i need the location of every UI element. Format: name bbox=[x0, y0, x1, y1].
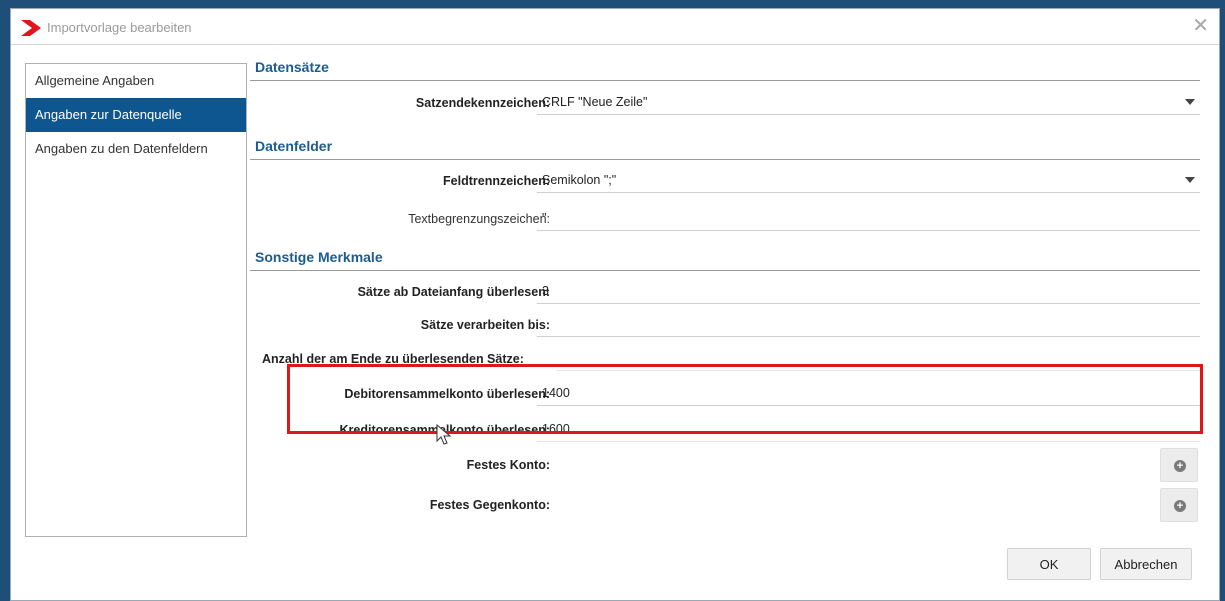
satzende-value: CRLF "Neue Zeile" bbox=[542, 95, 648, 109]
highlight-box bbox=[287, 364, 1203, 434]
festes-gegenkonto-label: Festes Gegenkonto: bbox=[429, 498, 550, 512]
textbegr-input[interactable]: " bbox=[537, 205, 1200, 231]
saetze-bis-label: Sätze verarbeiten bis: bbox=[420, 318, 550, 332]
satzende-dropdown[interactable]: CRLF "Neue Zeile" bbox=[537, 89, 1200, 115]
saetze-ab-input[interactable]: 3 bbox=[537, 278, 1200, 304]
festes-konto-label: Festes Konto: bbox=[466, 458, 550, 472]
section-title-sonstige: Sonstige Merkmale bbox=[255, 249, 383, 265]
navigation-list: Allgemeine Angaben Angaben zur Datenquel… bbox=[25, 63, 247, 537]
section-title-datenfelder: Datenfelder bbox=[255, 138, 333, 154]
textbegr-value: " bbox=[542, 211, 547, 225]
section-divider bbox=[250, 159, 1200, 160]
section-divider bbox=[250, 270, 1200, 271]
title-bar: Importvorlage bearbeiten ✕ bbox=[11, 9, 1219, 45]
section-divider bbox=[250, 80, 1200, 81]
festes-gegenkonto-add-button[interactable]: + bbox=[1160, 488, 1198, 522]
chevron-down-icon[interactable] bbox=[1185, 99, 1195, 105]
add-circle-icon: + bbox=[1174, 500, 1186, 512]
close-icon[interactable]: ✕ bbox=[1192, 16, 1209, 36]
section-title-datensaetze: Datensätze bbox=[255, 59, 329, 75]
feldtrenn-value: Semikolon ";" bbox=[542, 173, 617, 187]
nav-item-angaben-datenfelder[interactable]: Angaben zu den Datenfeldern bbox=[26, 132, 246, 166]
brand-chevron-icon bbox=[21, 20, 41, 36]
mouse-pointer-icon bbox=[436, 424, 452, 445]
chevron-down-icon[interactable] bbox=[1185, 177, 1195, 183]
ok-button[interactable]: OK bbox=[1007, 548, 1091, 580]
feldtrenn-label: Feldtrennzeichen: bbox=[443, 174, 550, 188]
add-circle-icon: + bbox=[1174, 460, 1186, 472]
saetze-bis-input[interactable] bbox=[537, 311, 1200, 337]
nav-item-angaben-datenquelle[interactable]: Angaben zur Datenquelle bbox=[26, 98, 246, 132]
cancel-button[interactable]: Abbrechen bbox=[1100, 548, 1192, 580]
textbegr-label: Textbegrenzungszeichen: bbox=[408, 212, 550, 226]
festes-konto-add-button[interactable]: + bbox=[1160, 448, 1198, 482]
feldtrenn-dropdown[interactable]: Semikolon ";" bbox=[537, 167, 1200, 193]
dialog-title: Importvorlage bearbeiten bbox=[47, 20, 192, 35]
saetze-ab-value: 3 bbox=[542, 284, 549, 298]
satzende-label: Satzendekennzeichen: bbox=[415, 96, 550, 110]
saetze-ab-label: Sätze ab Dateianfang überlesen: bbox=[357, 285, 550, 299]
nav-item-allgemeine-angaben[interactable]: Allgemeine Angaben bbox=[26, 64, 246, 98]
